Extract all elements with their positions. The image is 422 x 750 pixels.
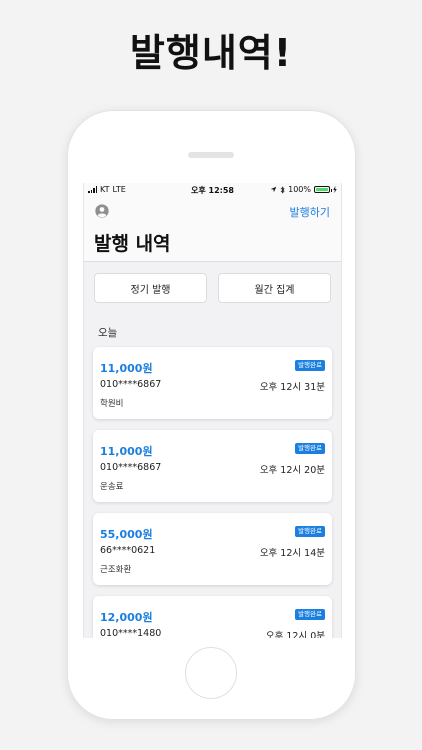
status-badge: 발행완료 xyxy=(295,360,325,371)
receipt-card[interactable]: 11,000원 발행완료 010****6867 오후 12시 31분 학원비 xyxy=(93,347,332,419)
issue-button[interactable]: 발행하기 xyxy=(290,204,330,220)
battery-icon xyxy=(314,186,332,193)
profile-icon[interactable] xyxy=(95,204,109,218)
promo-title: 발행내역! xyxy=(129,31,293,75)
receipt-phone: 010****6867 xyxy=(100,379,162,390)
receipt-memo: 근조화환 xyxy=(100,565,132,575)
receipt-time: 오후 12시 20분 xyxy=(259,465,325,476)
monthly-summary-button[interactable]: 월간 집계 xyxy=(218,273,331,303)
home-button[interactable] xyxy=(185,647,237,699)
status-right: 100% xyxy=(270,185,337,194)
status-bar: KT LTE 오후 12:58 100% xyxy=(84,183,341,197)
receipt-card[interactable]: 55,000원 발행완료 66****0621 오후 12시 14분 근조화환 xyxy=(93,513,332,585)
speaker-grille xyxy=(188,152,234,158)
battery-percent: 100% xyxy=(288,185,311,194)
receipt-amount: 11,000원 xyxy=(100,445,153,458)
receipt-phone: 010****6867 xyxy=(100,462,162,473)
section-header-today: 오늘 xyxy=(98,327,118,339)
location-arrow-icon xyxy=(270,186,277,193)
page-title: 발행 내역 xyxy=(94,233,171,255)
charging-icon xyxy=(333,186,337,193)
segment-row: 정기 발행 월간 집계 xyxy=(94,273,331,303)
receipt-card[interactable]: 11,000원 발행완료 010****6867 오후 12시 20분 운송료 xyxy=(93,430,332,502)
receipt-phone: 010****1480 xyxy=(100,628,162,638)
status-badge: 발행완료 xyxy=(295,526,325,537)
receipt-time: 오후 12시 0분 xyxy=(265,631,325,638)
receipt-amount: 11,000원 xyxy=(100,362,153,375)
status-badge: 발행완료 xyxy=(295,443,325,454)
nav-bar: 발행하기 발행 내역 xyxy=(84,197,341,262)
receipt-time: 오후 12시 31분 xyxy=(259,382,325,393)
receipt-time: 오후 12시 14분 xyxy=(259,548,325,559)
status-badge: 발행완료 xyxy=(295,609,325,620)
receipt-phone: 66****0621 xyxy=(100,545,156,556)
receipt-amount: 55,000원 xyxy=(100,528,153,541)
receipt-amount: 12,000원 xyxy=(100,611,153,624)
regular-issue-button[interactable]: 정기 발행 xyxy=(94,273,207,303)
receipt-card[interactable]: 12,000원 발행완료 010****1480 오후 12시 0분 xyxy=(93,596,332,638)
bluetooth-icon xyxy=(280,185,285,194)
app-screen: KT LTE 오후 12:58 100% 발행하기 발행 내역 정기 발행 월간… xyxy=(83,183,342,638)
receipt-memo: 운송료 xyxy=(100,482,124,492)
receipt-memo: 학원비 xyxy=(100,399,124,409)
phone-frame: KT LTE 오후 12:58 100% 발행하기 발행 내역 정기 발행 월간… xyxy=(67,110,356,720)
